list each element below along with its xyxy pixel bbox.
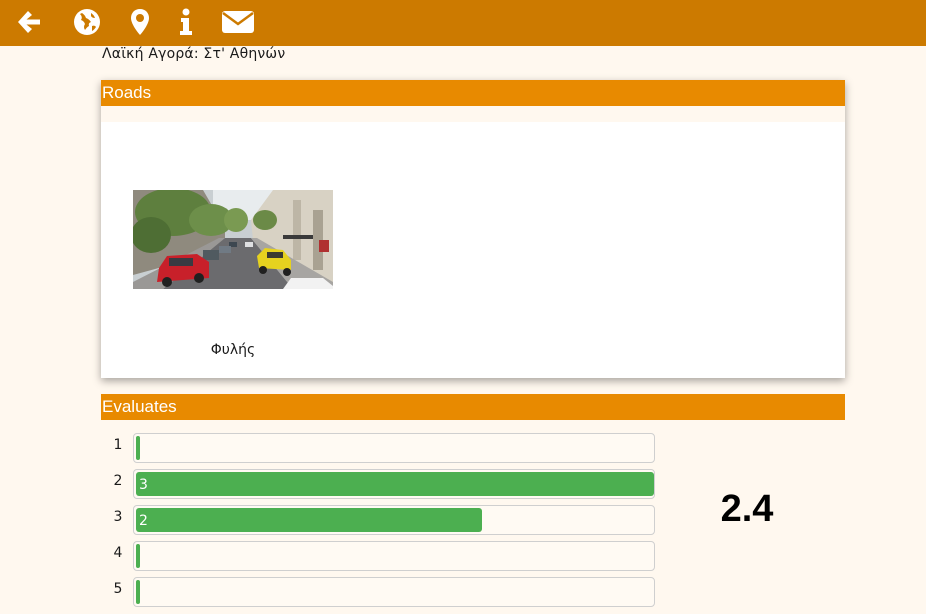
roads-header: Roads <box>101 80 845 106</box>
rating-bar-fill: 2 <box>136 508 482 532</box>
rating-row-3: 3 2 <box>101 505 661 537</box>
envelope-icon[interactable] <box>220 6 256 38</box>
rating-bar-fill <box>136 544 140 568</box>
road-name[interactable]: Φυλής <box>133 342 333 358</box>
average-score: 2.4 <box>720 488 774 530</box>
top-nav-bar <box>0 0 926 46</box>
rating-bar-fill <box>136 580 140 604</box>
page-title: Λαϊκή Αγορά: Στ' Αθηνών <box>102 46 286 62</box>
rating-bar-track: 3 <box>133 469 655 499</box>
rating-row-2: 2 3 <box>101 469 661 501</box>
rating-bar-track <box>133 577 655 607</box>
rating-label: 2 <box>113 473 123 489</box>
map-marker-icon[interactable] <box>128 6 152 38</box>
globe-icon[interactable] <box>72 6 102 38</box>
rating-row-1: 1 <box>101 433 661 465</box>
road-item[interactable]: Φυλής <box>133 190 333 358</box>
rating-bar-track <box>133 433 655 463</box>
rating-bar-track: 2 <box>133 505 655 535</box>
rating-label: 1 <box>113 437 123 453</box>
rating-label: 4 <box>113 545 123 561</box>
rating-row-5: 5 <box>101 577 661 609</box>
rating-label: 5 <box>113 581 123 597</box>
info-icon[interactable] <box>176 6 196 38</box>
evaluates-header: Evaluates <box>101 394 845 420</box>
rating-bar-fill: 3 <box>136 472 654 496</box>
roads-card: Roads Φυλής <box>101 80 845 378</box>
roads-header-spacer <box>101 106 845 122</box>
rating-bar-fill <box>136 436 140 460</box>
rating-label: 3 <box>113 509 123 525</box>
road-photo[interactable] <box>133 190 333 289</box>
rating-row-4: 4 <box>101 541 661 573</box>
arrow-left-icon[interactable] <box>14 6 44 38</box>
rating-bar-track <box>133 541 655 571</box>
